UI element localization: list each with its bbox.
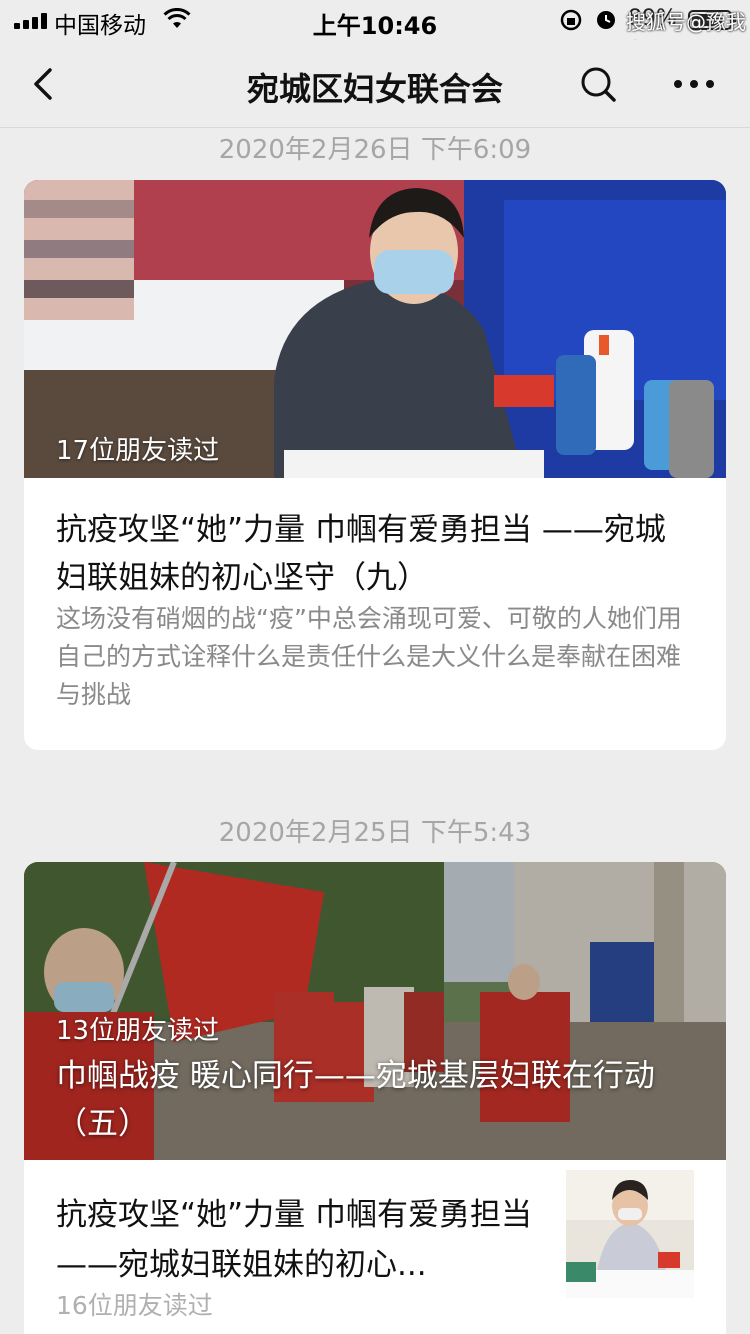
more-icon[interactable] bbox=[670, 64, 718, 104]
friends-read-count: 13位朋友读过 bbox=[56, 1016, 220, 1046]
article-thumbnail[interactable] bbox=[566, 1170, 694, 1298]
nav-bar: 宛城区妇女联合会 bbox=[0, 40, 750, 128]
thumbnail-photo-volunteer-writing bbox=[566, 1170, 694, 1298]
friends-read-count: 17位朋友读过 bbox=[56, 436, 220, 466]
cover-article-title[interactable]: 巾帼战疫 暖心同行——宛城基层妇联在行动（五） bbox=[56, 1052, 696, 1148]
article-digest: 这场没有硝烟的战“疫”中总会涌现可爱、可敬的人她们用自己的方式诠释什么是责任什么… bbox=[56, 604, 682, 709]
article-cover-image[interactable]: 13位朋友读过 巾帼战疫 暖心同行——宛城基层妇联在行动（五） bbox=[24, 862, 726, 1160]
date-stamp: 2020年2月26日 下午6:09 bbox=[218, 135, 532, 165]
article-feed[interactable]: 2020年2月26日 下午6:09 17位朋友读过 抗疫攻坚“她”力量 巾帼有爱… bbox=[0, 129, 750, 1334]
article-title[interactable]: 抗疫攻坚“她”力量 巾帼有爱勇担当 ——宛城妇联姐妹的初心坚守（九） bbox=[56, 506, 696, 602]
friends-read-count: 16位朋友读过 bbox=[56, 1291, 213, 1320]
list-item[interactable]: 抗疫攻坚“她”力量 巾帼有爱勇担当 ——宛城妇联姐妹的初心... 16位朋友读过 bbox=[24, 1160, 726, 1320]
lock-rotation-icon bbox=[560, 9, 615, 31]
article-card[interactable]: 13位朋友读过 巾帼战疫 暖心同行——宛城基层妇联在行动（五） 抗疫攻坚“她”力… bbox=[24, 862, 726, 1334]
article-cover-image[interactable]: 17位朋友读过 bbox=[24, 180, 726, 478]
page-title: 宛城区妇女联合会 bbox=[246, 70, 503, 108]
date-stamp: 2020年2月25日 下午5:43 bbox=[218, 818, 532, 848]
search-icon[interactable] bbox=[578, 64, 618, 104]
article-card[interactable]: 17位朋友读过 抗疫攻坚“她”力量 巾帼有爱勇担当 ——宛城妇联姐妹的初心坚守（… bbox=[24, 180, 726, 750]
sub-article-title[interactable]: 抗疫攻坚“她”力量 巾帼有爱勇担当 ——宛城妇联姐妹的初心... bbox=[56, 1190, 556, 1290]
status-bar: 中国移动 上午10:46 89% 搜狐号@豫我家 bbox=[0, 0, 750, 63]
